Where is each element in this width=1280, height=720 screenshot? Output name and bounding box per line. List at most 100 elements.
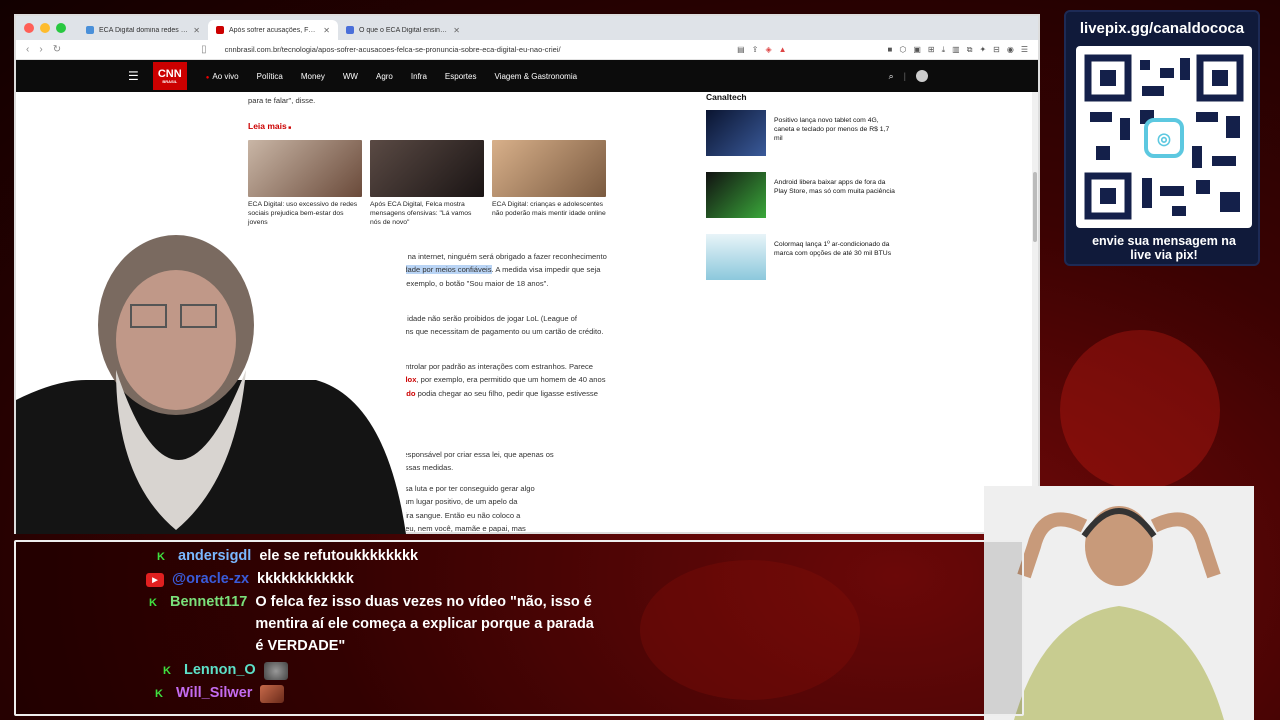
extension-icon[interactable]: ⊞ <box>928 45 935 55</box>
tab-label: Após sofrer acusações, Felca <box>229 26 319 34</box>
cnn-logo-text: CNN <box>157 67 182 80</box>
cnn-logo-sub: BRASIL <box>162 78 178 84</box>
related-card[interactable]: ECA Digital: crianças e adolescentes não… <box>492 140 606 228</box>
sidebar-caption: Positivo lança novo tablet com 4G, canet… <box>774 117 890 143</box>
sidebar-title: Canaltech <box>706 92 747 102</box>
menu-item-ao-vivo[interactable]: Ao vivo <box>197 72 248 81</box>
kick-icon: K <box>157 551 165 563</box>
forward-icon[interactable]: › <box>39 44 42 55</box>
user-icon[interactable] <box>916 70 928 82</box>
livepix-url: livepix.gg/canaldococa <box>1079 20 1245 37</box>
address-bar: ‹ › ↻ ▯ cnnbrasil.com.br/tecnologia/apos… <box>16 40 1038 60</box>
emote-image <box>260 685 285 703</box>
tab-label: ECA Digital domina redes e espõe <box>99 26 188 34</box>
tab-favicon <box>346 26 354 34</box>
card-caption: ECA Digital: uso excessivo de redes soci… <box>248 201 358 227</box>
back-icon[interactable]: ‹ <box>26 44 29 55</box>
cnn-navbar: ☰ CNN BRASIL Ao vivo Política Money WW A… <box>16 60 1038 92</box>
menu-item-money[interactable]: Money <box>292 72 334 81</box>
alert-icon[interactable]: ▲ <box>779 45 787 55</box>
tab-close-icon[interactable]: ✕ <box>193 26 200 35</box>
hamburger-menu-icon[interactable]: ☰ <box>128 69 139 83</box>
download-icon[interactable]: ⤓ <box>942 45 946 55</box>
menu-item-politica[interactable]: Política <box>248 72 292 81</box>
extension-icon[interactable]: ■ <box>888 45 893 55</box>
maximize-window-button[interactable] <box>56 23 66 33</box>
card-caption: Após ECA Digital, Felca mostra mensagens… <box>370 201 472 227</box>
minimize-window-button[interactable] <box>40 23 50 33</box>
emote-image <box>263 662 288 680</box>
chat-username: Will_Silwer <box>176 685 253 701</box>
extension-icon[interactable]: ⧉ <box>967 45 973 55</box>
related-card[interactable]: Após ECA Digital, Felca mostra mensagens… <box>370 140 484 228</box>
shield-icon[interactable]: ◈ <box>765 45 771 55</box>
menu-item-viagem[interactable]: Viagem & Gastronomia <box>485 72 586 81</box>
sidebar-item[interactable]: Colormaq lança 1º ar-condicionado da mar… <box>706 234 896 280</box>
bookmark-icon[interactable]: ▯ <box>201 44 207 55</box>
reader-icon[interactable]: ▤ <box>737 45 745 55</box>
article-fragment: para te falar", disse. <box>248 96 316 105</box>
search-icon[interactable]: ⌕ <box>889 71 894 82</box>
page-scrollbar[interactable] <box>1032 92 1038 532</box>
tab-felca[interactable]: Após sofrer acusações, Felca ✕ <box>208 20 338 40</box>
tab-bar: ECA Digital domina redes e espõe ✕ Após … <box>16 16 1038 40</box>
chat-username: Bennett117 <box>170 594 248 610</box>
tab-close-icon[interactable]: ✕ <box>323 26 330 35</box>
sidebar-caption: Colormaq lança 1º ar-condicionado da mar… <box>774 241 892 258</box>
paragraph-text: não foi responsável por criar essa lei, … <box>376 450 554 459</box>
chat-username: Lennon_O <box>184 662 256 678</box>
extension-icon[interactable]: ⬡ <box>899 45 906 55</box>
sidebar-thumbnail <box>706 172 766 218</box>
livepix-caption-line: live via pix! <box>1130 248 1198 263</box>
extension-icon[interactable]: ▣ <box>913 45 921 55</box>
svg-text:◎: ◎ <box>1157 131 1171 148</box>
qr-code[interactable]: ◎ <box>1076 46 1252 228</box>
extension-icon[interactable]: ⊟ <box>993 45 1000 55</box>
chat-message: K andersigdl ele se refutoukkkkkkkk <box>152 548 418 567</box>
sidebar-item[interactable]: Android libera baixar apps de fora da Pl… <box>706 172 896 218</box>
url-field[interactable]: cnnbrasil.com.br/tecnologia/apos-sofrer-… <box>217 45 728 54</box>
livepix-qr-panel: livepix.gg/canaldococa ◎ envie sua mensa… <box>1064 10 1260 266</box>
paragraph-text: a mão, vira sangue. Então eu não coloco … <box>376 510 521 520</box>
cnn-logo[interactable]: CNN BRASIL <box>152 62 187 90</box>
sidebar-canaltech: Canaltech Positivo lança novo tablet com… <box>706 92 896 296</box>
sidebar-thumbnail <box>706 110 766 156</box>
extension-icon[interactable]: ✦ <box>979 45 986 55</box>
share-icon[interactable]: ⇪ <box>752 45 759 55</box>
extension-icons: ▤ ⇪ ◈ ▲ ■ ⬡ ▣ ⊞ ⤓ ▥ ⧉ ✦ ⊟ ◉ ☰ <box>737 45 1028 55</box>
paragraph-text: não sou eu, nem você, mamãe e papai, mas <box>376 523 526 533</box>
leia-mais-heading: Leia mais <box>248 121 291 131</box>
chat-text: ele se refutoukkkkkkkk <box>259 548 419 564</box>
article-paragraph-5: pela nossa luta e por ter conseguido ger… <box>376 482 616 533</box>
window-controls <box>24 16 66 40</box>
card-thumbnail <box>370 140 484 197</box>
background-glow <box>1060 330 1220 490</box>
extension-icon[interactable]: ◉ <box>1007 45 1014 55</box>
menu-icon[interactable]: ☰ <box>1021 45 1028 55</box>
chat-message: K Lennon_O <box>158 662 288 680</box>
webcam-host <box>16 230 406 534</box>
menu-item-esportes[interactable]: Esportes <box>436 72 486 81</box>
scrollbar-thumb[interactable] <box>1033 172 1037 242</box>
chat-overlay: K andersigdl ele se refutoukkkkkkkk ▶ @o… <box>14 540 1024 716</box>
chat-message: K Will_Silwer <box>150 685 285 703</box>
kick-icon: K <box>163 665 171 677</box>
chat-message: ▶ @oracle-zx kkkkkkkkkkkk <box>146 571 354 590</box>
kick-icon: K <box>155 688 163 700</box>
reload-icon[interactable]: ↻ <box>53 44 61 55</box>
tab-eca-ensina[interactable]: O que o ECA Digital ensina sobre ✕ <box>338 20 468 40</box>
cnn-menu: Ao vivo Política Money WW Agro Infra Esp… <box>197 72 586 81</box>
tab-eca-digital[interactable]: ECA Digital domina redes e espõe ✕ <box>78 20 208 40</box>
youtube-icon: ▶ <box>146 573 164 587</box>
livepix-caption: envie sua mensagem na live via pix! <box>1066 234 1262 263</box>
chat-text: O felca fez isso duas vezes no vídeo "nã… <box>255 594 594 654</box>
related-card[interactable]: ECA Digital: uso excessivo de redes soci… <box>248 140 362 228</box>
menu-item-infra[interactable]: Infra <box>402 72 436 81</box>
related-cards: ECA Digital: uso excessivo de redes soci… <box>248 140 606 228</box>
tab-close-icon[interactable]: ✕ <box>453 26 460 35</box>
menu-item-agro[interactable]: Agro <box>367 72 402 81</box>
menu-item-ww[interactable]: WW <box>334 72 367 81</box>
sidebar-item[interactable]: Positivo lança novo tablet com 4G, canet… <box>706 110 896 156</box>
close-window-button[interactable] <box>24 23 34 33</box>
sidebar-icon[interactable]: ▥ <box>952 45 960 55</box>
